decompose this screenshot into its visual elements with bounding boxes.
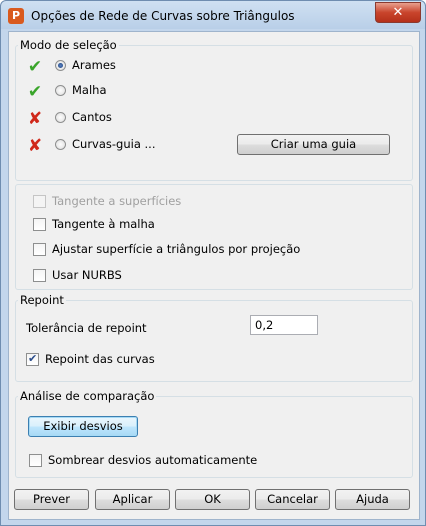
preview-button[interactable]: Prever xyxy=(14,489,89,510)
red-x-icon: ✘ xyxy=(27,109,43,129)
repoint-curves-checkbox-row[interactable]: Repoint das curvas xyxy=(26,350,155,368)
radio-malha[interactable]: Malha xyxy=(55,81,107,99)
radio-label: Arames xyxy=(72,58,116,72)
app-icon: P xyxy=(8,8,24,24)
red-x-icon: ✘ xyxy=(27,136,43,156)
cancel-button[interactable]: Cancelar xyxy=(255,489,330,510)
radio-button[interactable] xyxy=(55,138,66,150)
repoint-label: Repoint xyxy=(18,293,66,307)
checkbox[interactable] xyxy=(33,242,46,256)
radio-label: Malha xyxy=(72,83,107,97)
dialog-window: P Opções de Rede de Curvas sobre Triângu… xyxy=(0,0,426,526)
show-deviations-button[interactable]: Exibir desvios xyxy=(28,416,138,437)
tangent-mesh-checkbox-row[interactable]: Tangente à malha xyxy=(33,215,155,233)
radio-label: Curvas-guia ... xyxy=(72,137,156,151)
radio-button[interactable] xyxy=(55,84,66,96)
radio-arames[interactable]: Arames xyxy=(55,56,116,74)
tolerance-label: Tolerância de repoint xyxy=(26,321,147,335)
dialog-body: Modo de seleção ✔ Arames ✔ Malha ✘ Canto… xyxy=(8,31,420,520)
repoint-group xyxy=(15,300,413,382)
checkbox-label: Usar NURBS xyxy=(52,268,122,282)
shade-deviations-checkbox-row[interactable]: Sombrear desvios automaticamente xyxy=(29,451,257,469)
checkbox[interactable] xyxy=(29,453,42,467)
green-check-icon: ✔ xyxy=(27,82,43,102)
radio-cantos[interactable]: Cantos xyxy=(55,108,112,126)
comparison-label: Análise de comparação xyxy=(18,389,157,403)
checkbox[interactable] xyxy=(26,352,39,366)
close-button[interactable]: ✕ xyxy=(375,2,421,23)
radio-curvas-guia[interactable]: Curvas-guia ... xyxy=(55,135,156,153)
checkbox-label: Repoint das curvas xyxy=(45,352,155,366)
tolerance-input[interactable]: 0,2 xyxy=(250,315,318,335)
checkbox-label: Sombrear desvios automaticamente xyxy=(48,453,258,467)
checkbox[interactable] xyxy=(33,217,46,231)
create-guide-button[interactable]: Criar uma guia xyxy=(237,134,390,155)
checkbox-label: Tangente a superfícies xyxy=(52,194,182,208)
fit-surface-checkbox-row[interactable]: Ajustar superfície a triângulos por proj… xyxy=(33,240,300,258)
radio-button[interactable] xyxy=(55,111,66,123)
checkbox[interactable] xyxy=(33,194,46,208)
tangent-surfaces-checkbox-row[interactable]: Tangente a superfícies xyxy=(33,192,181,210)
green-check-icon: ✔ xyxy=(27,57,43,77)
selection-mode-label: Modo de seleção xyxy=(18,38,119,52)
use-nurbs-checkbox-row[interactable]: Usar NURBS xyxy=(33,266,122,284)
apply-button[interactable]: Aplicar xyxy=(95,489,170,510)
radio-label: Cantos xyxy=(72,110,112,124)
radio-button[interactable] xyxy=(55,59,66,71)
checkbox[interactable] xyxy=(33,268,46,282)
checkbox-label: Ajustar superfície a triângulos por proj… xyxy=(52,242,301,256)
window-title: Opções de Rede de Curvas sobre Triângulo… xyxy=(31,9,295,23)
checkbox-label: Tangente à malha xyxy=(52,217,155,231)
help-button[interactable]: Ajuda xyxy=(335,489,410,510)
ok-button[interactable]: OK xyxy=(175,489,250,510)
title-bar[interactable]: P Opções de Rede de Curvas sobre Triângu… xyxy=(1,1,425,31)
